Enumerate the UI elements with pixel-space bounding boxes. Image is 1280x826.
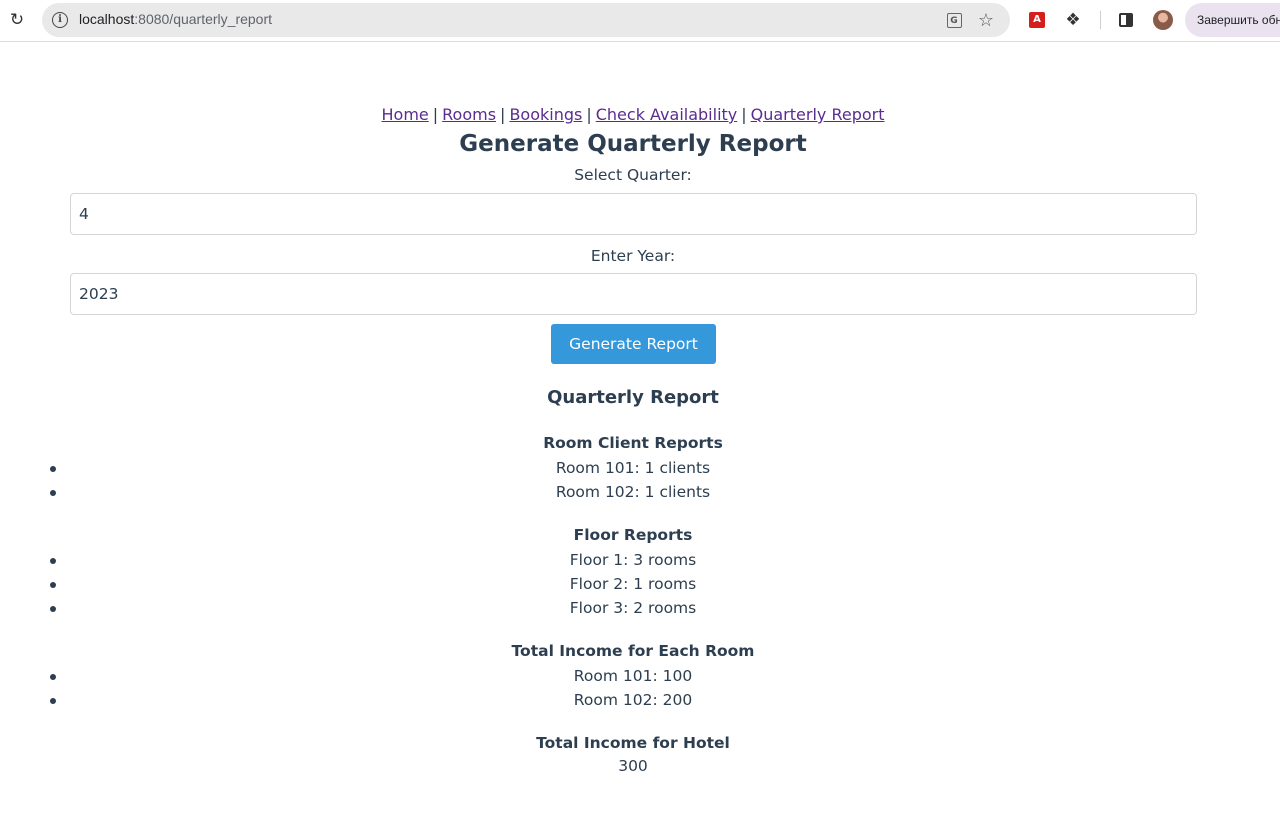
list-item: Floor 1: 3 rooms [0, 548, 1266, 572]
report-title: Quarterly Report [547, 387, 719, 408]
nav-separator: | [586, 105, 592, 124]
extensions-puzzle-icon[interactable]: ❖ [1062, 9, 1084, 31]
list-item: Room 102: 200 [0, 688, 1266, 712]
toolbar-divider [1100, 11, 1101, 29]
url-text[interactable]: localhost:8080/quarterly_report [79, 11, 272, 27]
url-path: :8080/quarterly_report [134, 11, 273, 27]
list-item: Room 101: 100 [0, 664, 1266, 688]
list-item: Floor 2: 1 rooms [0, 572, 1266, 596]
translate-icon[interactable]: G [944, 10, 964, 30]
list-item: Floor 3: 2 rooms [0, 596, 1266, 620]
bookmark-star-icon[interactable]: ☆ [976, 10, 996, 31]
list-item: Room 102: 1 clients [0, 480, 1266, 504]
hotel-income-value: 300 [618, 757, 648, 775]
year-input[interactable] [70, 273, 1197, 315]
nav-link-bookings[interactable]: Bookings [509, 105, 582, 124]
page-title: Generate Quarterly Report [459, 131, 807, 157]
pdf-extension-icon[interactable]: A [1026, 9, 1048, 31]
room-income-heading: Total Income for Each Room [511, 642, 755, 660]
site-info-icon[interactable]: i [52, 12, 68, 28]
year-label: Enter Year: [590, 247, 676, 265]
room-client-list: Room 101: 1 clients Room 102: 1 clients [0, 456, 1266, 504]
generate-report-button[interactable]: Generate Report [551, 324, 716, 364]
url-host: localhost [79, 11, 135, 27]
page-content: Home | Rooms | Bookings | Check Availability | Q… [0, 43, 1280, 826]
quarter-label: Select Quarter: [574, 166, 692, 184]
top-nav: Home | Rooms | Bookings | Check Availability | Q… [0, 105, 1266, 124]
reload-icon[interactable]: ↻ [6, 9, 28, 31]
address-bar[interactable]: i localhost:8080/quarterly_report G ☆ [42, 3, 1010, 37]
room-income-list: Room 101: 100 Room 102: 200 [0, 664, 1266, 712]
floor-reports-heading: Floor Reports [573, 526, 693, 544]
browser-toolbar: ↻ i localhost:8080/quarterly_report G ☆ … [0, 0, 1280, 42]
nav-separator: | [432, 105, 439, 124]
hotel-income-heading: Total Income for Hotel [536, 734, 730, 752]
nav-link-check-availability[interactable]: Check Availability [596, 105, 738, 124]
quarter-input[interactable] [70, 193, 1197, 235]
side-panel-icon[interactable] [1115, 9, 1137, 31]
profile-avatar[interactable] [1153, 10, 1173, 30]
list-item: Room 101: 1 clients [0, 456, 1266, 480]
nav-separator: | [741, 105, 747, 124]
nav-link-quarterly-report[interactable]: Quarterly Report [751, 105, 885, 124]
nav-link-home[interactable]: Home [382, 105, 429, 124]
nav-separator: | [500, 105, 506, 124]
floor-list: Floor 1: 3 rooms Floor 2: 1 rooms Floor … [0, 548, 1266, 620]
browser-update-button[interactable]: Завершить обн [1185, 3, 1280, 37]
nav-link-rooms[interactable]: Rooms [442, 105, 496, 124]
room-client-reports-heading: Room Client Reports [543, 434, 723, 452]
